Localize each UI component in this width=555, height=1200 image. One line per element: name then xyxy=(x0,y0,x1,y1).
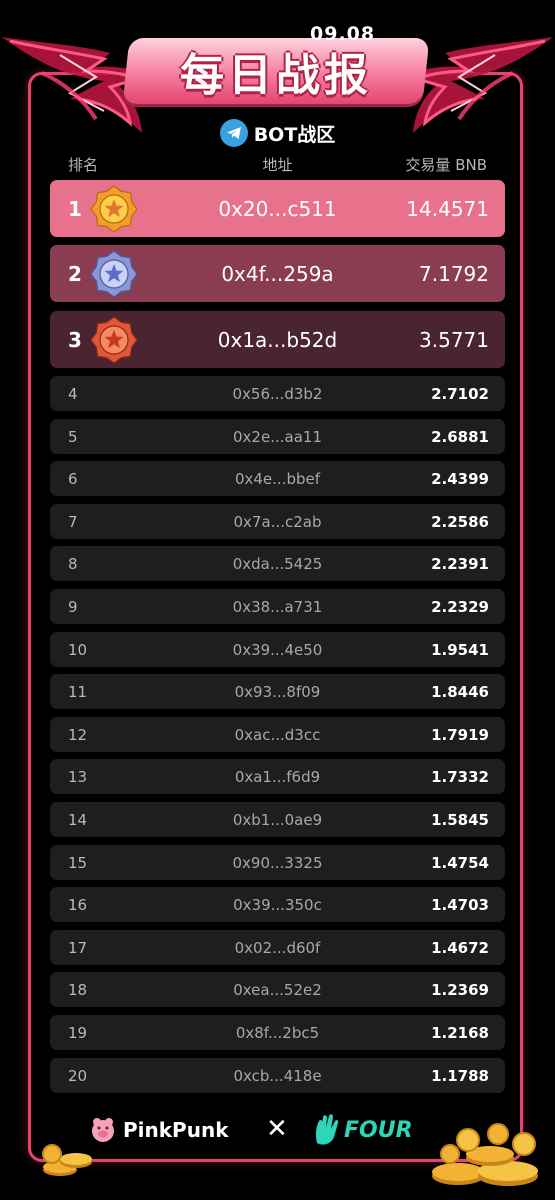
trade-volume: 2.2329 xyxy=(431,597,489,616)
leaderboard-row-19: 19 0x8f...2bc5 1.2168 xyxy=(50,1015,505,1050)
leaderboard-row-10: 10 0x39...4e50 1.9541 xyxy=(50,632,505,667)
brand-left-text: PinkPunk xyxy=(123,1118,229,1142)
leaderboard-row-1: 1 0x20...c511 14.4571 xyxy=(50,180,505,237)
pinkpunk-brand: PinkPunk xyxy=(88,1108,229,1152)
zone-header: BOT战区 xyxy=(0,117,555,149)
leaderboard-row-15: 15 0x90...3325 1.4754 xyxy=(50,845,505,880)
leaderboard-row-8: 8 0xda...5425 2.2391 xyxy=(50,546,505,581)
leaderboard-row-2: 2 0x4f...259a 7.1792 xyxy=(50,245,505,302)
trade-volume: 1.5845 xyxy=(431,810,489,829)
coins-left-decoration xyxy=(42,1144,92,1176)
trade-volume: 2.7102 xyxy=(431,384,489,403)
trade-volume: 2.2391 xyxy=(431,554,489,573)
trade-volume: 1.9541 xyxy=(431,640,489,659)
trade-volume: 1.2369 xyxy=(431,980,489,999)
trade-volume: 7.1792 xyxy=(419,261,489,286)
trade-volume: 1.4672 xyxy=(431,938,489,957)
trade-volume: 1.8446 xyxy=(431,682,489,701)
leaderboard-row-13: 13 0xa1...f6d9 1.7332 xyxy=(50,759,505,794)
coins-right-decoration xyxy=(432,1123,538,1186)
trade-volume: 14.4571 xyxy=(406,196,489,221)
leaderboard-row-3: 3 0x1a...b52d 3.5771 xyxy=(50,311,505,368)
leaderboard-row-18: 18 0xea...52e2 1.2369 xyxy=(50,972,505,1007)
trade-volume: 1.4703 xyxy=(431,895,489,914)
page-title: 每日战报 xyxy=(180,50,372,101)
leaderboard-row-4: 4 0x56...d3b2 2.7102 xyxy=(50,376,505,411)
leaderboard-row-20: 20 0xcb...418e 1.1788 xyxy=(50,1058,505,1093)
trade-volume: 1.4754 xyxy=(431,853,489,872)
four-hand-icon xyxy=(315,1114,339,1145)
column-header-volume: 交易量 BNB xyxy=(405,156,487,174)
telegram-icon xyxy=(219,119,248,147)
zone-label: BOT战区 xyxy=(253,123,336,146)
trade-volume: 2.6881 xyxy=(431,427,489,446)
trade-volume: 3.5771 xyxy=(419,327,489,352)
brand-right-text: FOUR xyxy=(344,1117,413,1143)
trade-volume: 2.2586 xyxy=(431,512,489,531)
trade-volume: 1.7332 xyxy=(431,767,489,786)
leaderboard-row-7: 7 0x7a...c2ab 2.2586 xyxy=(50,504,505,539)
leaderboard-row-12: 12 0xac...d3cc 1.7919 xyxy=(50,717,505,752)
trade-volume: 2.4399 xyxy=(431,469,489,488)
trade-volume: 1.7919 xyxy=(431,725,489,744)
trade-volume: 1.2168 xyxy=(431,1023,489,1042)
leaderboard-row-14: 14 0xb1...0ae9 1.5845 xyxy=(50,802,505,837)
leaderboard-row-5: 5 0x2e...aa11 2.6881 xyxy=(50,419,505,454)
report-date: 09.08 xyxy=(310,23,376,45)
leaderboard-row-6: 6 0x4e...bbef 2.4399 xyxy=(50,461,505,496)
leaderboard-row-16: 16 0x39...350c 1.4703 xyxy=(50,887,505,922)
four-brand: FOUR xyxy=(312,1108,413,1152)
trade-volume: 1.1788 xyxy=(431,1066,489,1085)
collab-x-symbol: ✕ xyxy=(266,1114,288,1144)
leaderboard-row-9: 9 0x38...a731 2.2329 xyxy=(50,589,505,624)
leaderboard-row-11: 11 0x93...8f09 1.8446 xyxy=(50,674,505,709)
leaderboard-row-17: 17 0x02...d60f 1.4672 xyxy=(50,930,505,965)
column-headers: 排名 地址 交易量 BNB xyxy=(50,154,505,176)
